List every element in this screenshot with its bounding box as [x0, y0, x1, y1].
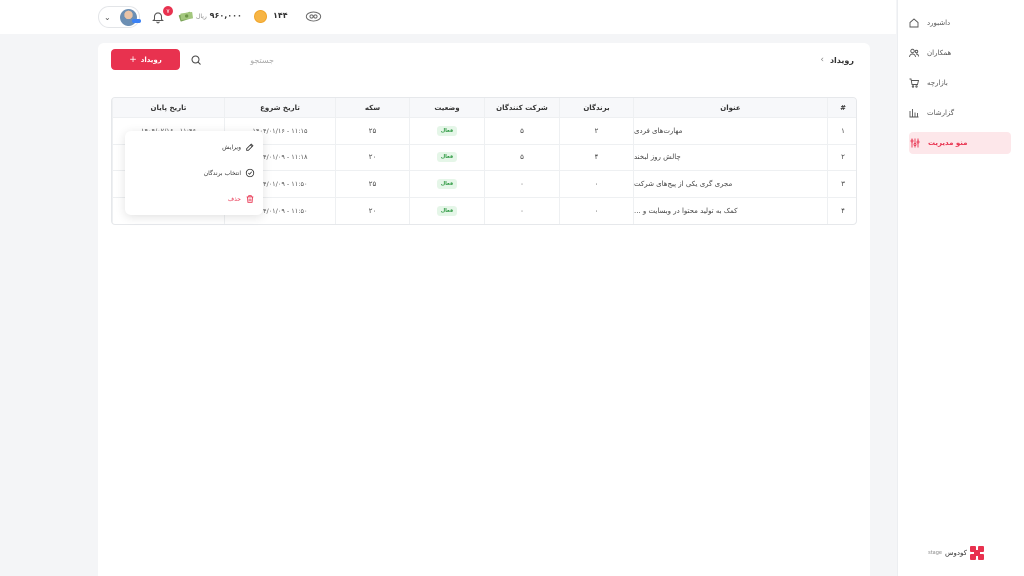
cell-index: ۱	[827, 118, 856, 144]
search-input[interactable]	[214, 55, 274, 65]
cell-status: فعال	[409, 171, 484, 197]
cell-title: مجری گری یکی از پیج‌های شرکت	[633, 171, 827, 197]
menu-item-label: ویرایش	[222, 143, 241, 151]
sidebar-item-label: منو مدیریت	[928, 139, 968, 147]
header-winners[interactable]: برندگان	[559, 98, 633, 117]
sidebar-item-dashboard[interactable]: داشبورد	[908, 12, 1010, 34]
cell-index: ۴	[827, 197, 856, 224]
breadcrumb: ‹ رویداد	[820, 55, 854, 65]
cell-title: مهارت‌های فردی	[633, 118, 827, 144]
chevron-left-icon[interactable]: ‹	[820, 55, 824, 65]
cell-coin: ۲۵	[335, 171, 409, 197]
sidebar-item-label: گزارشات	[927, 109, 955, 117]
menu-item-delete[interactable]: حذف	[133, 191, 255, 207]
cell-coin: ۲۰	[335, 144, 409, 170]
add-event-label: رویداد	[140, 55, 162, 64]
chart-icon	[909, 109, 919, 118]
top-bar: ⌄ ۷ ۹۶۰,۰۰۰ ریال ۱۴۴	[0, 0, 896, 34]
main-card: ‹ رویداد رویداد + تاریخ پایان تاریخ شروع…	[98, 43, 870, 576]
header-participants[interactable]: شرکت کنندگان	[484, 98, 559, 117]
header-end-date[interactable]: تاریخ پایان	[112, 98, 224, 117]
header-index: #	[827, 98, 856, 117]
status-badge: فعال	[436, 205, 458, 216]
menu-item-label: انتخاب برندگان	[203, 169, 241, 177]
sidebar-item-label: داشبورد	[927, 19, 951, 27]
notification-badge: ۷	[163, 6, 173, 16]
cell-winners: ۴	[559, 144, 633, 170]
cell-winners: ۲	[559, 118, 633, 144]
cart-icon	[909, 78, 920, 88]
plus-icon: +	[129, 54, 137, 65]
cell-status: فعال	[409, 118, 484, 144]
cell-participants: ۰	[484, 197, 559, 224]
cell-winners: ۰	[559, 197, 633, 224]
menu-item-label: حذف	[227, 195, 241, 203]
cell-index: ۳	[827, 171, 856, 197]
table-header: تاریخ پایان تاریخ شروع سکه وضعیت شرکت کن…	[112, 98, 856, 118]
wallet-unit: ریال	[196, 13, 207, 20]
sidebar-item-label: همکاران	[927, 49, 952, 57]
cell-title: کمک به تولید محتوا در وبسایت و ...	[633, 197, 827, 224]
app-logo: stage کودوس	[928, 546, 984, 560]
cell-title: چالش روز لبخند	[633, 144, 827, 170]
logo-text: کودوس	[945, 549, 967, 557]
menu-item-select-winners[interactable]: انتخاب برندگان	[133, 165, 255, 181]
cell-status: فعال	[409, 144, 484, 170]
users-icon	[909, 48, 919, 58]
status-badge: فعال	[436, 178, 458, 189]
status-badge: فعال	[436, 125, 458, 136]
logo-mark	[970, 546, 984, 560]
logo-sub: stage	[928, 550, 942, 556]
sliders-icon	[910, 138, 920, 148]
sidebar-item-market[interactable]: بازارچه	[908, 72, 1010, 94]
sidebar-item-reports[interactable]: گزارشات	[908, 102, 1010, 124]
cell-coin: ۲۵	[335, 118, 409, 144]
cell-winners: ۰	[559, 171, 633, 197]
menu-item-edit[interactable]: ویرایش	[133, 139, 255, 155]
header-title[interactable]: عنوان	[633, 98, 827, 117]
header-coin[interactable]: سکه	[335, 98, 409, 117]
user-menu[interactable]: ⌄	[98, 6, 141, 28]
page-title: رویداد	[829, 55, 854, 65]
add-event-button[interactable]: رویداد +	[111, 49, 180, 70]
sidebar-item-admin-menu[interactable]: منو مدیریت	[909, 132, 1011, 154]
avatar	[120, 8, 141, 26]
trash-icon	[246, 195, 254, 203]
search-box[interactable]	[190, 50, 274, 70]
coin-count: ۱۴۴	[273, 11, 288, 20]
home-icon	[909, 18, 919, 28]
wallet-value: ۹۶۰,۰۰۰	[209, 11, 242, 20]
header-status[interactable]: وضعیت	[409, 98, 484, 117]
status-badge: فعال	[436, 152, 458, 163]
sidebar-item-colleagues[interactable]: همکاران	[908, 42, 1010, 64]
cell-participants: ۵	[484, 144, 559, 170]
search-icon[interactable]	[190, 54, 202, 66]
check-circle-icon	[245, 168, 255, 178]
sidebar-item-label: بازارچه	[927, 79, 948, 87]
pencil-icon	[246, 143, 254, 151]
coin-icon	[254, 10, 267, 23]
wallet-balance: ۹۶۰,۰۰۰ ریال	[196, 11, 242, 20]
money-icon	[178, 11, 193, 22]
cell-index: ۲	[827, 144, 856, 170]
chevron-down-icon: ⌄	[104, 12, 111, 22]
header-start-date[interactable]: تاریخ شروع	[224, 98, 335, 117]
cell-coin: ۲۰	[335, 197, 409, 224]
cell-participants: ۰	[484, 171, 559, 197]
cell-participants: ۵	[484, 118, 559, 144]
coupon-icon[interactable]	[305, 10, 322, 23]
row-action-menu: ویرایش انتخاب برندگان حذف	[125, 131, 263, 215]
sidebar: داشبورد همکاران بازارچه گزارشات منو مدیر…	[897, 0, 1024, 576]
cell-status: فعال	[409, 197, 484, 224]
